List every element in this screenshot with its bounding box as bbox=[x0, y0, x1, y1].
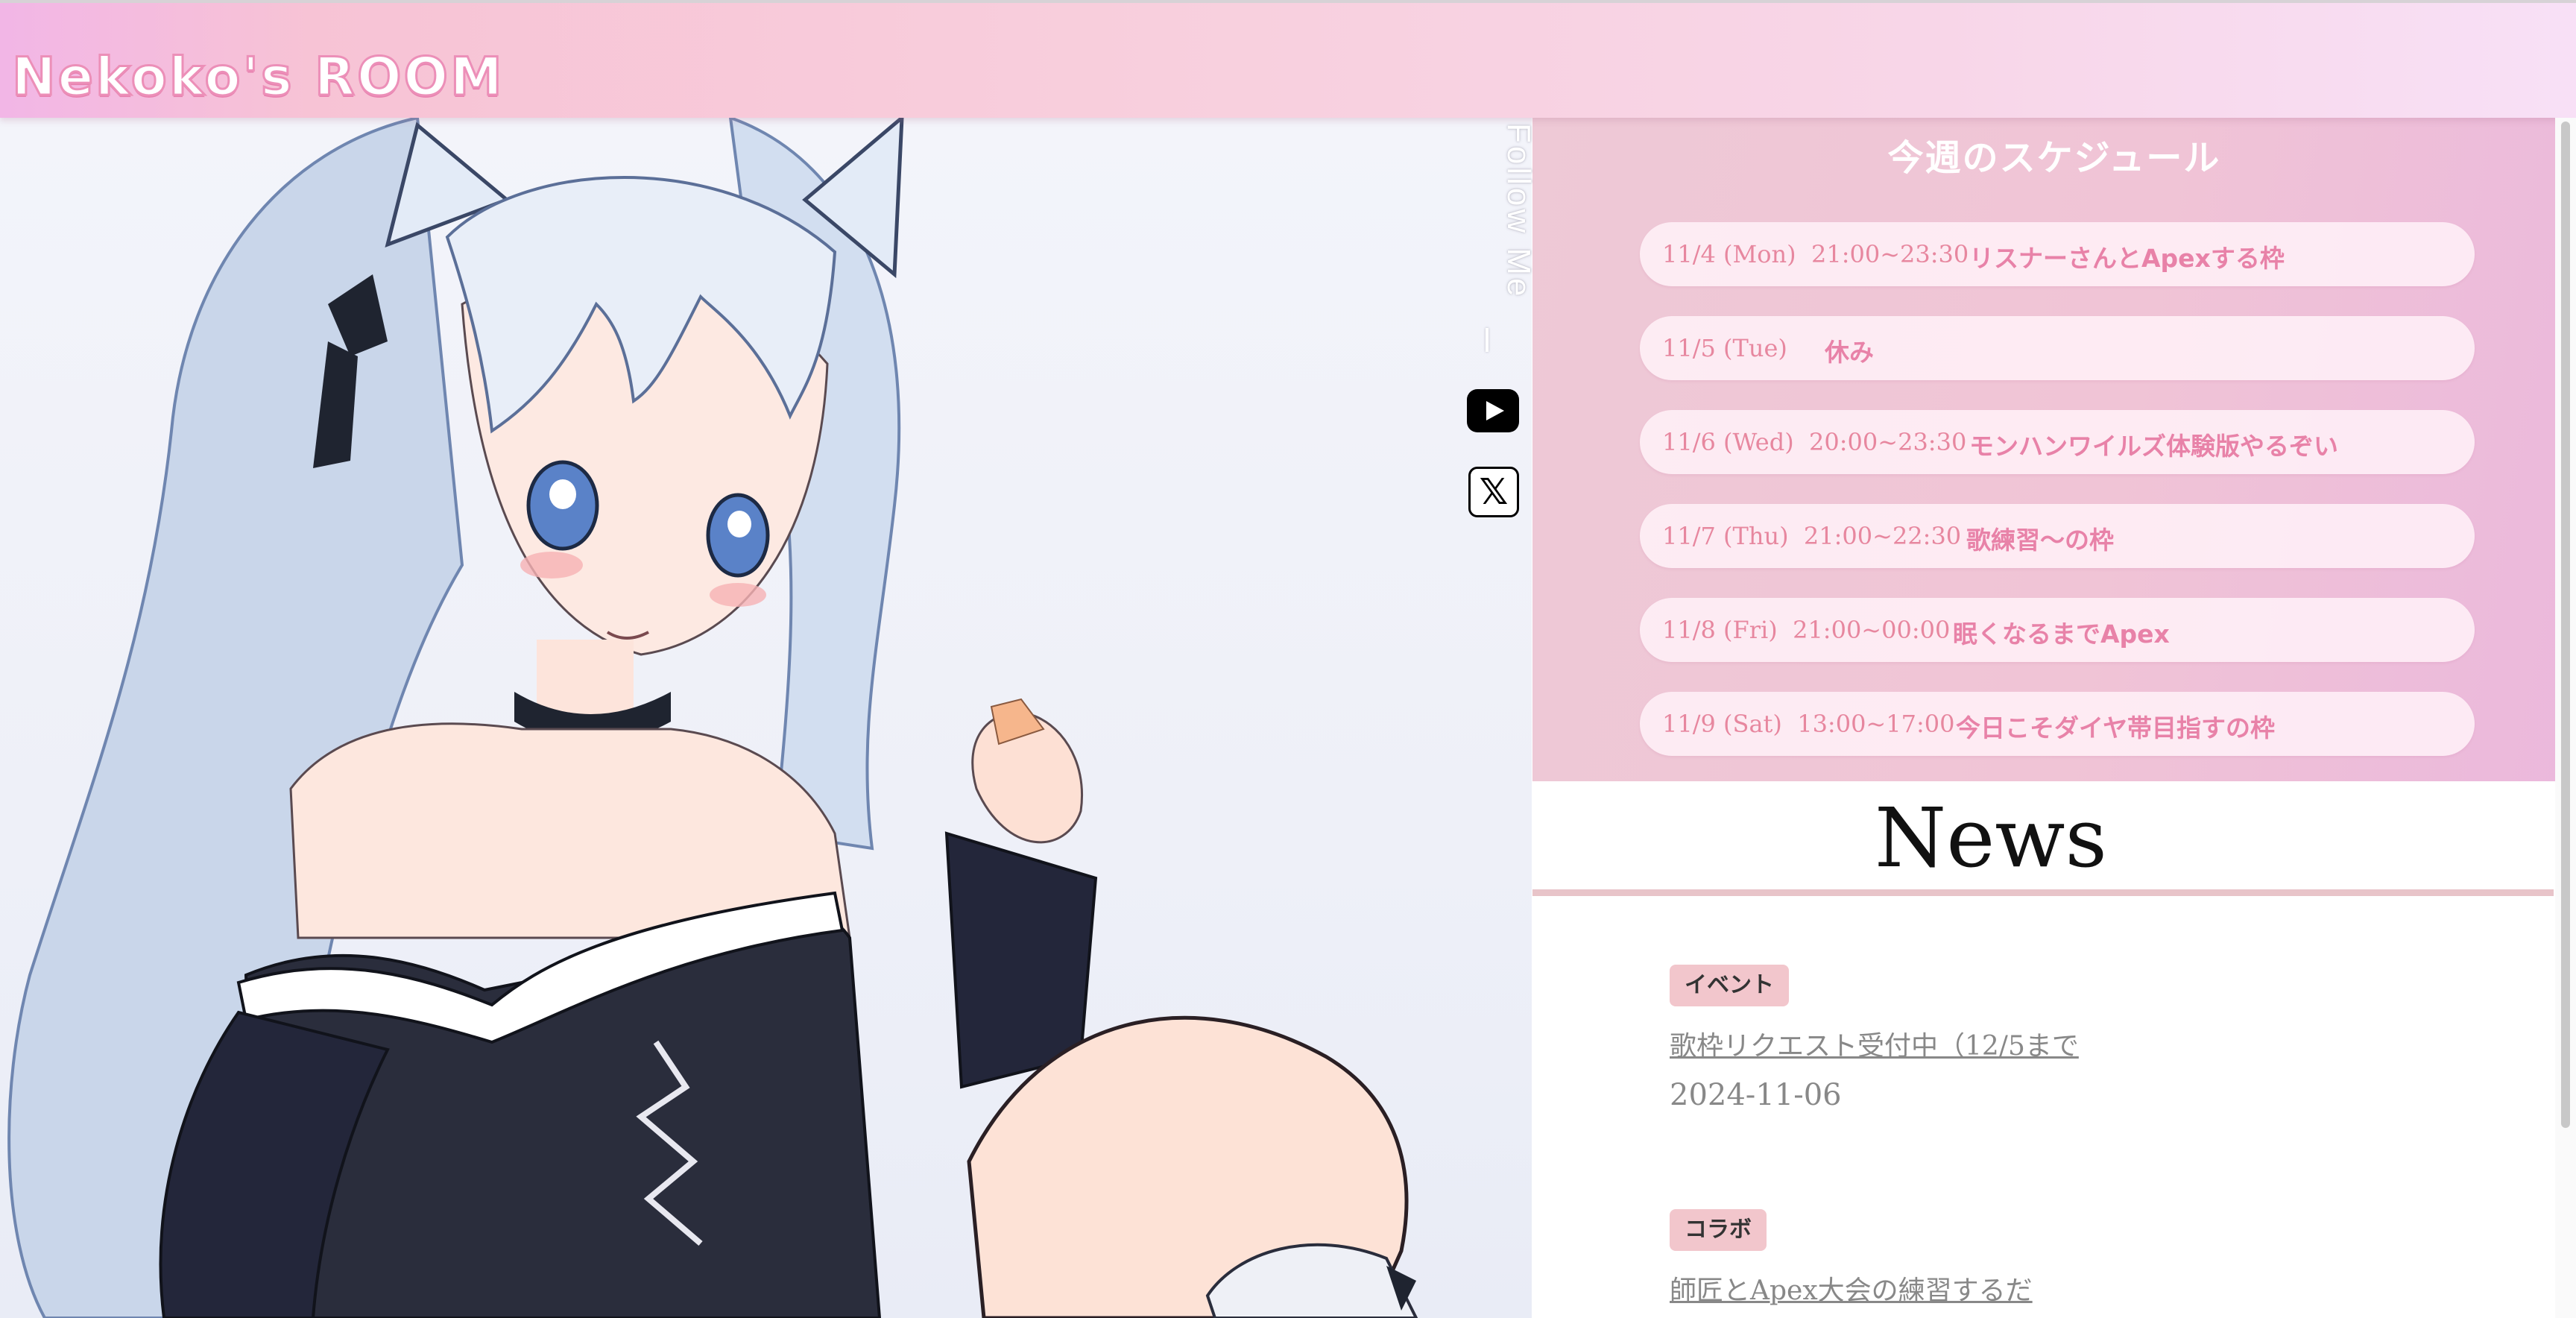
schedule-date: 11/5 (Tue) bbox=[1662, 334, 1787, 362]
schedule-date: 11/8 (Fri) 21:00~00:00 bbox=[1662, 616, 1951, 644]
follow-me-label: Follow Me bbox=[1500, 123, 1537, 300]
youtube-icon[interactable] bbox=[1467, 389, 1519, 432]
news-item-link[interactable]: 師匠とApex大会の練習するだ bbox=[1670, 1269, 2033, 1308]
browser-edge bbox=[0, 0, 2576, 3]
news-divider bbox=[1532, 889, 2554, 896]
schedule-title-text: 今日こそダイヤ帯目指すの枠 bbox=[1956, 713, 2276, 742]
schedule-date: 11/6 (Wed) 20:00~23:30 bbox=[1662, 428, 1967, 456]
news-item-link[interactable]: 歌枠リクエスト受付中（12/5まで bbox=[1670, 1024, 2079, 1063]
site-header: Nekoko's ROOM bbox=[0, 0, 2576, 118]
schedule-title-text: 歌練習～の枠 bbox=[1966, 526, 2114, 555]
schedule-title-text: モンハンワイルズ体験版やるぞい bbox=[1969, 432, 2338, 461]
scrollbar-thumb[interactable] bbox=[2561, 122, 2570, 1128]
schedule-item[interactable]: 11/6 (Wed) 20:00~23:30 モンハンワイルズ体験版やるぞい bbox=[1640, 410, 2475, 474]
site-logo[interactable]: Nekoko's ROOM bbox=[11, 45, 505, 109]
schedule-title-text: リスナーさんとApexする枠 bbox=[1969, 244, 2285, 273]
news-category-badge: コラボ bbox=[1670, 1209, 1767, 1251]
schedule-item[interactable]: 11/5 (Tue) 休み bbox=[1640, 316, 2475, 380]
schedule-date: 11/4 (Mon) 21:00~23:30 bbox=[1662, 240, 1969, 268]
hero-illustration bbox=[0, 118, 1532, 1318]
x-icon[interactable]: 𝕏 bbox=[1468, 467, 1519, 517]
news-category-badge: イベント bbox=[1670, 965, 1789, 1006]
character-illustration bbox=[7, 118, 1418, 1318]
x-logo-glyph: 𝕏 bbox=[1479, 471, 1509, 513]
news-item-date: 2024-11-06 bbox=[1670, 1078, 1842, 1112]
follow-divider bbox=[1486, 328, 1489, 352]
schedule-date: 11/9 (Sat) 13:00~17:00 bbox=[1662, 710, 1955, 738]
schedule-date: 11/7 (Thu) 21:00~22:30 bbox=[1662, 522, 1962, 550]
schedule-title: 今週のスケジュール bbox=[1887, 137, 2221, 179]
play-glyph bbox=[1486, 401, 1504, 420]
schedule-item[interactable]: 11/7 (Thu) 21:00~22:30 歌練習～の枠 bbox=[1640, 504, 2475, 568]
schedule-title-text: 眠くなるまでApex bbox=[1953, 619, 2170, 649]
schedule-item[interactable]: 11/8 (Fri) 21:00~00:00 眠くなるまでApex bbox=[1640, 598, 2475, 662]
schedule-title-text: 休み bbox=[1825, 338, 1874, 367]
news-heading: News bbox=[1875, 790, 2107, 886]
schedule-item[interactable]: 11/4 (Mon) 21:00~23:30 リスナーさんとApexする枠 bbox=[1640, 222, 2475, 286]
schedule-item[interactable]: 11/9 (Sat) 13:00~17:00 今日こそダイヤ帯目指すの枠 bbox=[1640, 692, 2475, 756]
